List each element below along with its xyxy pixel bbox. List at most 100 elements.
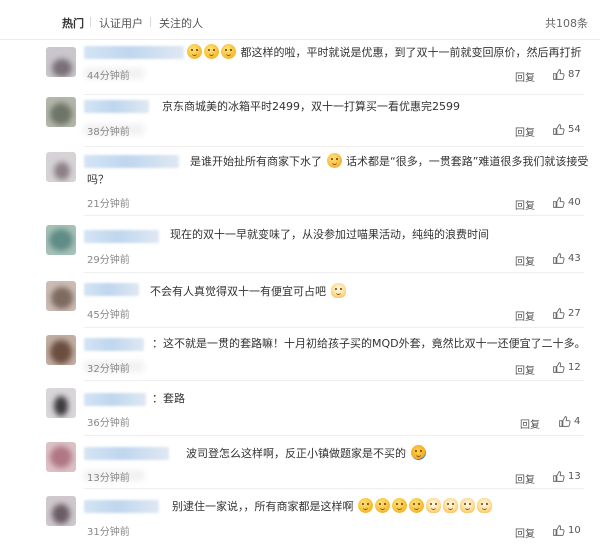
comment-text: ：套路 [152, 392, 185, 405]
comment-count: 共108条 [545, 17, 588, 30]
divider [84, 435, 584, 436]
comment-time: 21分钟前 [87, 199, 130, 210]
comment-text-wrap: 吗？ [87, 173, 109, 186]
comment-time: 44分钟前 [87, 71, 130, 82]
like-button[interactable]: 40 [552, 196, 581, 209]
reply-button[interactable]: 回复 [515, 197, 535, 212]
reply-button[interactable]: 回复 [515, 308, 535, 323]
username[interactable] [84, 393, 146, 406]
comment-text: 话术都是“很多，一贯套路”难道很多我们就该接受 [346, 155, 589, 168]
like-button[interactable]: 12 [552, 361, 581, 374]
thumbs-up-icon [553, 525, 565, 536]
avatar[interactable] [46, 496, 76, 526]
like-count: 13 [568, 471, 581, 482]
like-button[interactable]: 4 [558, 415, 580, 428]
comment-text: 是谁开始扯所有商家下水了 [190, 155, 322, 168]
avatar[interactable] [46, 97, 76, 127]
comment-text: 不会有人真觉得双十一有便宜可占吧 [150, 285, 326, 298]
comment-text: 别逮住一家说，，所有商家都是这样啊 [172, 500, 354, 513]
avatar[interactable] [46, 281, 76, 311]
avatar[interactable] [46, 388, 76, 418]
username[interactable] [84, 447, 169, 460]
like-button[interactable]: 43 [552, 252, 581, 265]
like-count: 4 [574, 416, 581, 427]
like-count: 10 [568, 525, 581, 536]
username[interactable] [84, 155, 179, 168]
tab-following[interactable]: 关注的人 [159, 15, 203, 31]
comment-item: ：套路 36分钟前 回复 4 [0, 383, 600, 438]
comment-text-row: 是谁开始扯所有商家下水了 话术都是“很多，一贯套路”难道很多我们就该接受 [190, 153, 588, 170]
like-button[interactable]: 13 [552, 470, 581, 483]
tab-verified-users[interactable]: 认证用户 [99, 15, 143, 31]
comment-time: 29分钟前 [87, 255, 130, 266]
thumbs-up-icon [553, 69, 565, 80]
emoji-icon [326, 153, 342, 168]
username[interactable] [84, 230, 159, 243]
like-count: 12 [568, 362, 581, 373]
emoji-icon [358, 498, 373, 513]
thumbs-up-icon [553, 471, 565, 482]
comment-tabs: 热门 认证用户 关注的人 共108条 [0, 0, 600, 40]
avatar[interactable] [46, 225, 76, 255]
avatar[interactable] [46, 335, 76, 365]
comment-time: 38分钟前 [87, 127, 130, 138]
comment-text: 京东商城美的冰箱平时2499，双十一打算买一看优惠完2599 [162, 100, 460, 113]
comment-text-row: 不会有人真觉得双十一有便宜可占吧 [150, 283, 347, 300]
reply-button[interactable]: 回复 [515, 69, 535, 84]
reply-button[interactable]: 回复 [515, 253, 535, 268]
tab-hot[interactable]: 热门 [62, 15, 84, 31]
comment-item: 是谁开始扯所有商家下水了 话术都是“很多，一贯套路”难道很多我们就该接受 吗？ … [0, 147, 600, 217]
comment-item: 现在的双十一早就变味了，从没参加过喵果活动，纯纯的浪费时间 29分钟前 回复 4… [0, 220, 600, 275]
like-count: 40 [568, 197, 581, 208]
username[interactable] [84, 46, 184, 59]
emoji-icon [187, 44, 202, 59]
comment-text: 波司登怎么这样啊，反正小镇做题家是不买的 [186, 447, 406, 460]
divider [84, 488, 584, 489]
like-button[interactable]: 10 [552, 524, 581, 537]
thumbs-up-icon [559, 416, 571, 427]
thumbs-up-icon [553, 124, 565, 135]
emoji-icon [330, 283, 346, 298]
username[interactable] [84, 500, 159, 513]
tab-divider [90, 17, 91, 27]
like-button[interactable]: 54 [552, 123, 581, 136]
comment-text-row: 别逮住一家说，，所有商家都是这样啊 [172, 498, 493, 515]
comment-text: 都这样的啦，平时就说是优惠，到了双十一前就变回原价，然后再打折 [240, 46, 582, 59]
comment-text-row: 都这样的啦，平时就说是优惠，到了双十一前就变回原价，然后再打折 [186, 44, 582, 61]
comment-time: 31分钟前 [87, 527, 130, 538]
thumbs-up-icon [553, 197, 565, 208]
username[interactable] [84, 100, 149, 113]
reply-button[interactable]: 回复 [515, 124, 535, 139]
divider [84, 215, 584, 216]
emoji-icon [409, 498, 424, 513]
comment-item: 京东商城美的冰箱平时2499，双十一打算买一看优惠完2599 38分钟前 回复 … [0, 95, 600, 150]
emoji-icon [221, 44, 236, 59]
thumbs-up-icon [553, 362, 565, 373]
emoji-icon [477, 498, 492, 513]
comment-item: 别逮住一家说，，所有商家都是这样啊 31分钟前 回复 10 [0, 490, 600, 544]
emoji-icon [392, 498, 407, 513]
thumbs-up-icon [553, 253, 565, 264]
username[interactable] [84, 283, 139, 296]
comment-item: 都这样的啦，平时就说是优惠，到了双十一前就变回原价，然后再打折 44分钟前 回复… [0, 40, 600, 95]
reply-button[interactable]: 回复 [515, 471, 535, 486]
emoji-icon [375, 498, 390, 513]
like-button[interactable]: 87 [552, 68, 581, 81]
username[interactable] [84, 338, 144, 351]
comment-time: 36分钟前 [87, 418, 130, 429]
reply-button[interactable]: 回复 [520, 416, 540, 431]
reply-button[interactable]: 回复 [515, 362, 535, 377]
like-button[interactable]: 27 [552, 307, 581, 320]
avatar[interactable] [46, 442, 76, 472]
avatar[interactable] [46, 152, 76, 182]
like-count: 27 [568, 308, 581, 319]
divider [84, 272, 584, 273]
reply-button[interactable]: 回复 [515, 525, 535, 540]
comment-text: 现在的双十一早就变味了，从没参加过喵果活动，纯纯的浪费时间 [170, 228, 489, 241]
emoji-icon [426, 498, 441, 513]
comment-item: 波司登怎么这样啊，反正小镇做题家是不买的 13分钟前 回复 13 [0, 437, 600, 492]
comment-item: 不会有人真觉得双十一有便宜可占吧 45分钟前 回复 27 [0, 275, 600, 330]
tab-divider [150, 17, 151, 27]
avatar[interactable] [46, 47, 76, 77]
thumbs-up-icon [553, 308, 565, 319]
